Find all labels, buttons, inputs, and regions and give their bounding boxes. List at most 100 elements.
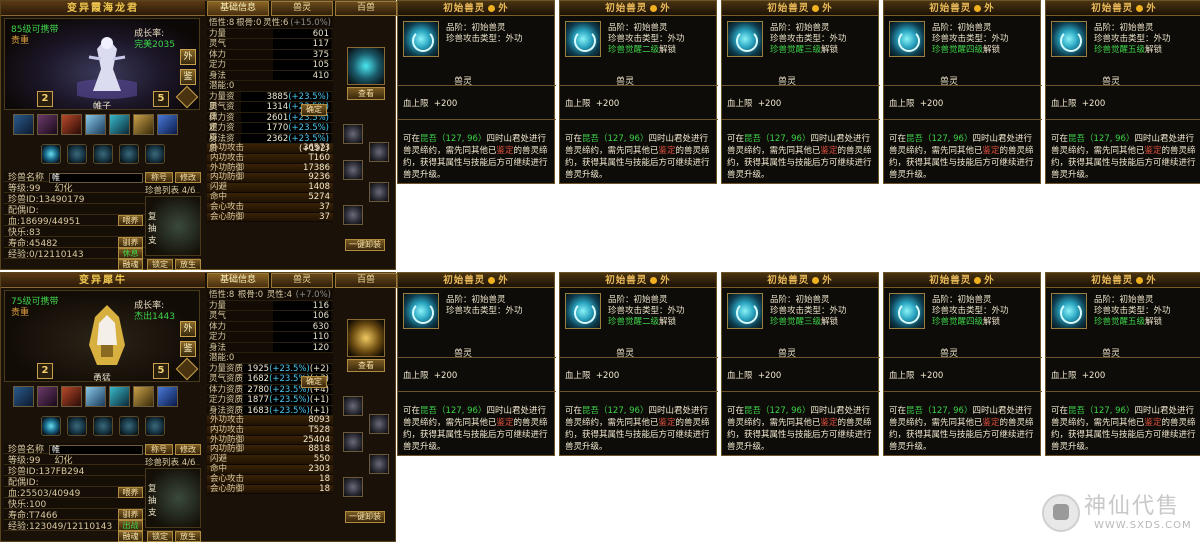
pet-skill-slot[interactable] — [133, 386, 154, 407]
tooltip-grade: 品阶：初始兽灵 — [932, 23, 992, 33]
location-link[interactable]: 昆吾（127, 96） — [906, 134, 972, 144]
feed-button[interactable]: 喂养 — [118, 487, 143, 498]
location-link[interactable]: 昆吾（127, 96） — [582, 134, 648, 144]
pet-skill-slot[interactable] — [109, 114, 130, 135]
confirm-button[interactable]: 确定 — [301, 376, 327, 388]
divider — [1046, 391, 1200, 392]
tab-beast-soul[interactable]: 兽灵 — [271, 273, 333, 288]
nickname-button[interactable]: 称号 — [145, 172, 173, 183]
soul-orb-icon[interactable] — [145, 144, 165, 164]
equip-slot-icon[interactable] — [343, 124, 363, 144]
diamond-icon[interactable] — [175, 85, 199, 109]
soul-orb-icon[interactable] — [145, 416, 165, 436]
pet-skill-slot[interactable] — [61, 114, 82, 135]
tame-button[interactable]: 驯养 — [118, 237, 143, 248]
equip-slot-icon[interactable] — [369, 454, 389, 474]
tame-button[interactable]: 驯养 — [118, 509, 143, 520]
pet-name-input[interactable]: 帷 — [49, 445, 143, 455]
nickname-button[interactable]: 称号 — [145, 444, 173, 455]
tooltip-hp: 血上限 +200 — [403, 369, 457, 381]
location-link[interactable]: 昆吾（127, 96） — [906, 406, 972, 416]
release-button[interactable]: 放生 — [175, 531, 201, 542]
equip-slot-icon[interactable] — [343, 205, 363, 225]
modify-button[interactable]: 修改 — [175, 444, 201, 455]
pet-skill-slot[interactable] — [133, 114, 154, 135]
soul-orb-icon[interactable] — [93, 416, 113, 436]
tab-basic-info[interactable]: 基础信息 — [207, 273, 269, 288]
pet-skill-slot[interactable] — [109, 386, 130, 407]
stat-value: 601 — [273, 28, 331, 38]
equip-slot-icon[interactable] — [369, 182, 389, 202]
pet-name-input[interactable]: 帷 — [49, 173, 143, 183]
equip-slot-icon[interactable] — [343, 432, 363, 452]
equip-slot-icon[interactable] — [369, 142, 389, 162]
appraise-button[interactable]: 鉴 — [180, 341, 196, 357]
beast-soul-tooltip: 初始兽灵外 品阶：初始兽灵 珍兽攻击类型：外功 珍兽觉醒三级解锁 兽灵 血上限 … — [721, 272, 880, 456]
tab-hundred-beasts[interactable]: 百兽 — [335, 273, 397, 288]
pet-skill-slot[interactable] — [157, 114, 178, 135]
equip-slot-icon[interactable] — [343, 160, 363, 180]
status-button[interactable]: 出战 — [118, 520, 143, 531]
divider — [884, 391, 1042, 392]
lock-button[interactable]: 锁定 — [147, 259, 173, 270]
tab-beast-soul[interactable]: 兽灵 — [271, 1, 333, 16]
fuse-soul-button[interactable]: 融魂 — [118, 259, 143, 270]
tooltip-grade: 品阶：初始兽灵 — [770, 295, 830, 305]
tooltip-title-text: 初始兽灵 — [767, 3, 810, 14]
beast-soul-icon[interactable] — [347, 319, 385, 357]
one-click-unload-button[interactable]: 一键卸装 — [345, 239, 385, 251]
location-link[interactable]: 昆吾（127, 96） — [744, 134, 810, 144]
location-link[interactable]: 昆吾（127, 96） — [420, 134, 486, 144]
pet-list[interactable]: 复 抽 支 — [145, 196, 201, 256]
modify-button[interactable]: 修改 — [175, 172, 201, 183]
appraise-button[interactable]: 鉴 — [180, 69, 196, 85]
attack-type-button[interactable]: 外 — [180, 321, 196, 337]
equip-slot-icon[interactable] — [369, 414, 389, 434]
attack-type-button[interactable]: 外 — [180, 49, 196, 65]
equip-slot-icon[interactable] — [343, 396, 363, 416]
talent-row: 悟性:8 根骨:0 灵性:4 (+7.0%) — [207, 290, 333, 301]
equip-slot-icon[interactable] — [343, 477, 363, 497]
tab-hundred-beasts[interactable]: 百兽 — [335, 1, 397, 16]
pet-skill-bar — [13, 386, 199, 410]
appraise-keyword: 鉴定 — [820, 418, 838, 428]
one-click-unload-button[interactable]: 一键卸装 — [345, 511, 385, 523]
status-button[interactable]: 休息 — [118, 248, 143, 259]
location-link[interactable]: 昆吾（127, 96） — [744, 406, 810, 416]
divider — [1046, 119, 1200, 120]
pet-list-label: 珍兽列表 4/6 — [145, 186, 196, 196]
release-button[interactable]: 放生 — [175, 259, 201, 270]
location-link[interactable]: 昆吾（127, 96） — [420, 406, 486, 416]
tab-basic-info[interactable]: 基础信息 — [207, 1, 269, 16]
soul-orb-icon[interactable] — [67, 144, 87, 164]
pet-skill-slot[interactable] — [13, 114, 34, 135]
feed-button[interactable]: 喂养 — [118, 215, 143, 226]
pet-list[interactable]: 复 抽 支 — [145, 468, 201, 528]
pet-skill-slot[interactable] — [13, 386, 34, 407]
soul-orb-icon[interactable] — [41, 144, 61, 164]
view-button[interactable]: 查看 — [347, 87, 385, 100]
diamond-icon[interactable] — [175, 357, 199, 381]
pet-skill-slot[interactable] — [157, 386, 178, 407]
pet-skill-slot[interactable] — [37, 114, 58, 135]
pet-model-view[interactable]: 85级可携带 贵重 成长率: 完美2035 帷子 外 鉴 2 5 — [4, 18, 200, 110]
soul-orb-icon[interactable] — [119, 416, 139, 436]
confirm-button[interactable]: 确定 — [301, 104, 327, 116]
soul-orb-icon[interactable] — [41, 416, 61, 436]
soul-orb-icon[interactable] — [119, 144, 139, 164]
location-link[interactable]: 昆吾（127, 96） — [582, 406, 648, 416]
lock-button[interactable]: 锁定 — [147, 531, 173, 542]
soul-orb-icon[interactable] — [67, 416, 87, 436]
soul-orb-icon[interactable] — [93, 144, 113, 164]
location-link[interactable]: 昆吾（127, 96） — [1068, 134, 1134, 144]
attr-label: 内功攻击 — [210, 424, 245, 435]
pet-skill-slot[interactable] — [61, 386, 82, 407]
fuse-soul-button[interactable]: 融魂 — [118, 531, 143, 542]
pet-model-view[interactable]: 75级可携带 贵重 成长率: 杰出1443 勇猛 外 鉴 2 5 — [4, 290, 200, 382]
location-link[interactable]: 昆吾（127, 96） — [1068, 406, 1134, 416]
beast-soul-icon[interactable] — [347, 47, 385, 85]
pet-skill-slot[interactable] — [85, 386, 106, 407]
pet-skill-slot[interactable] — [85, 114, 106, 135]
pet-skill-slot[interactable] — [37, 386, 58, 407]
view-button[interactable]: 查看 — [347, 359, 385, 372]
